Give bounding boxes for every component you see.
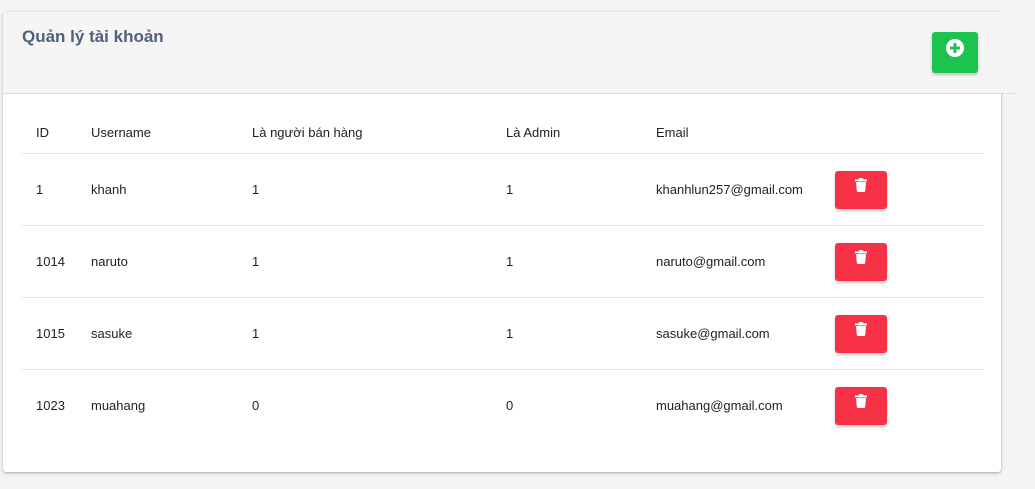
table-row: 1023 muahang 0 0 muahang@gmail.com	[22, 370, 983, 442]
column-header-seller: Là người bán hàng	[238, 112, 492, 154]
cell-admin: 1	[492, 297, 642, 370]
cell-id: 1015	[22, 297, 77, 370]
cell-username: sasuke	[77, 297, 238, 370]
plus-circle-icon	[946, 39, 964, 57]
cell-username: muahang	[91, 398, 146, 413]
cell-actions	[821, 297, 983, 370]
cell-id: 1023	[36, 398, 65, 413]
delete-button[interactable]	[835, 386, 887, 425]
column-header-id: ID	[22, 112, 77, 154]
cell-admin: 1	[492, 225, 642, 298]
card-header: Quản lý tài khoản	[3, 12, 1015, 94]
table-row: 1 khanh 1 1 khanhlun257@gmail.com	[22, 153, 983, 226]
page-title: Quản lý tài khoản	[22, 27, 164, 46]
accounts-card: Quản lý tài khoản ID Username Là người b…	[3, 12, 1015, 472]
cell-seller: 1	[238, 153, 492, 226]
cell-id: 1	[22, 153, 77, 226]
trash-icon	[855, 321, 867, 336]
cell-actions	[821, 370, 983, 442]
column-header-email: Email	[642, 112, 821, 154]
delete-button[interactable]	[835, 314, 887, 353]
cell-username: khanh	[77, 153, 238, 226]
cell-id: 1014	[22, 225, 77, 298]
accounts-table: ID Username Là người bán hàng Là Admin E…	[22, 112, 983, 441]
cell-admin: 0	[506, 398, 514, 413]
header-row: ID Username Là người bán hàng Là Admin E…	[22, 112, 983, 154]
cell-email: naruto@gmail.com	[642, 225, 821, 298]
cell-actions	[821, 153, 983, 226]
delete-button[interactable]	[835, 170, 887, 209]
cell-email: khanhlun257@gmail.com	[642, 153, 821, 226]
cell-actions	[821, 225, 983, 298]
column-header-username: Username	[77, 112, 238, 154]
table-row: 1014 naruto 1 1 naruto@gmail.com	[22, 225, 983, 298]
delete-button[interactable]	[835, 242, 887, 281]
cell-username: naruto	[77, 225, 238, 298]
cell-email: sasuke@gmail.com	[642, 297, 821, 370]
cell-admin: 1	[492, 153, 642, 226]
column-header-admin: Là Admin	[492, 112, 642, 154]
cell-email: muahang@gmail.com	[656, 398, 783, 413]
trash-icon	[855, 177, 867, 192]
cell-seller: 1	[238, 297, 492, 370]
trash-icon	[855, 393, 867, 408]
cell-seller: 1	[238, 225, 492, 298]
table-row: 1015 sasuke 1 1 sasuke@gmail.com	[22, 297, 983, 370]
table-header: ID Username Là người bán hàng Là Admin E…	[22, 112, 983, 154]
accounts-table-container: ID Username Là người bán hàng Là Admin E…	[22, 112, 983, 441]
cell-seller: 0	[252, 398, 260, 413]
add-account-button[interactable]	[932, 32, 978, 73]
table-body: 1 khanh 1 1 khanhlun257@gmail.com 1014 n…	[22, 153, 983, 442]
trash-icon	[855, 249, 867, 264]
column-header-actions	[821, 112, 983, 154]
